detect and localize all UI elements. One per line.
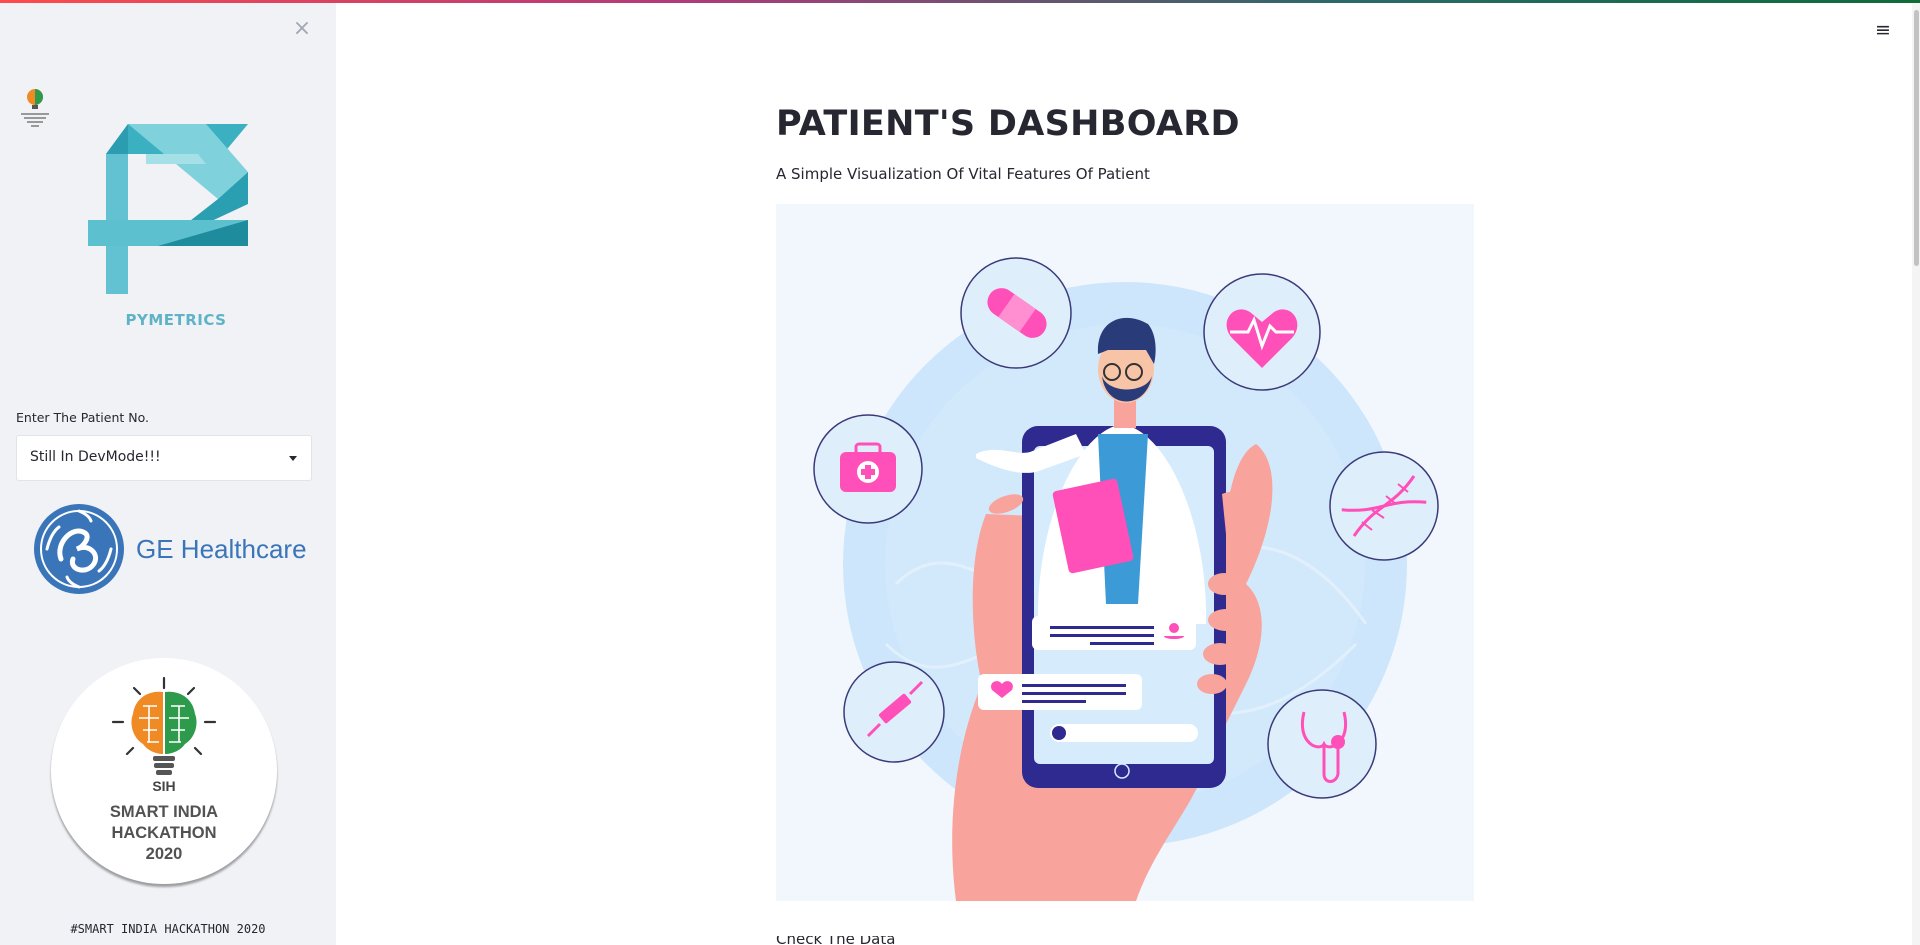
page-title: PATIENT'S DASHBOARD [776, 104, 1240, 144]
bandage-icon-circle [960, 257, 1072, 369]
pymetrics-logo [88, 124, 248, 294]
sih-badge: SIH SMART INDIA HACKATHON 2020 [51, 658, 277, 884]
scrollbar-thumb[interactable] [1914, 10, 1919, 266]
cut-off-heading-text: Check The Data [776, 936, 896, 945]
ge-logo [34, 504, 124, 594]
heart-icon-circle [1203, 273, 1321, 391]
pymetrics-wordmark: PYMETRICS [125, 311, 227, 329]
syringe-icon-circle [843, 661, 945, 763]
doctor-illustration [776, 204, 1474, 901]
sih-line-1: SMART INDIA [109, 803, 219, 821]
patient-select-value: Still In DevMode!!! [30, 449, 161, 465]
sidebar-footer-tag: #SMART INDIA HACKATHON 2020 [70, 922, 266, 936]
sih-brain-label: SIH [152, 778, 175, 794]
patient-number-label: Enter The Patient No. [16, 410, 149, 425]
brain-bulb-icon: SIH [111, 676, 217, 794]
chevron-down-icon [289, 456, 297, 461]
dna-icon-circle [1329, 451, 1439, 561]
patient-number-select[interactable]: Still In DevMode!!! [16, 435, 312, 481]
top-accent-bar [0, 0, 1920, 3]
close-sidebar-icon[interactable]: × [291, 18, 313, 40]
hamburger-menu-icon[interactable]: ≡ [1873, 20, 1893, 40]
stethoscope-icon-circle [1267, 689, 1377, 799]
page-subtitle: A Simple Visualization Of Vital Features… [776, 165, 1150, 183]
ge-healthcare-text: GE Healthcare [136, 534, 307, 564]
sih-line-3: 2020 [145, 845, 183, 863]
sidebar: × PYMETRICS Enter The Patient No. Still … [0, 0, 336, 945]
sih-mini-logo [21, 89, 49, 127]
medkit-icon-circle [813, 414, 923, 524]
sih-badge-text: SMART INDIA HACKATHON 2020 [51, 802, 277, 865]
cut-off-heading: Check The Data [776, 936, 976, 945]
sih-line-2: HACKATHON [111, 824, 217, 842]
